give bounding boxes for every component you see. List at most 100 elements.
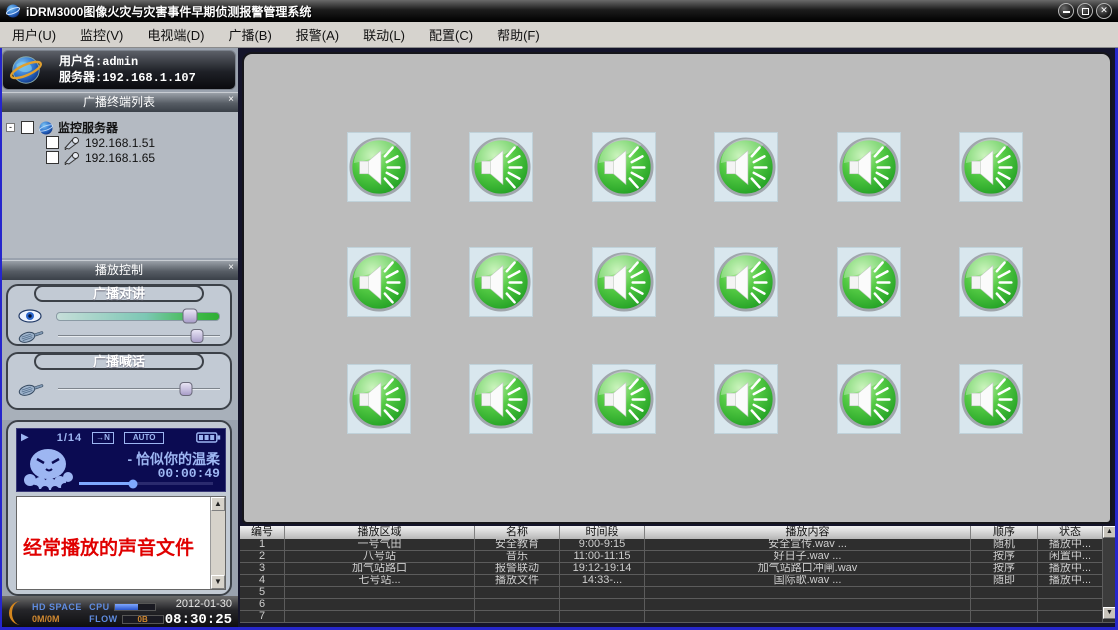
speaker-terminal-button[interactable] [959,132,1023,202]
speaker-terminal-button[interactable] [469,364,533,434]
progress-fill [79,482,133,485]
intercom-mic-slider[interactable] [58,335,220,337]
tree-item-terminal[interactable]: 192.168.1.65 [46,150,238,165]
menu-item-0[interactable]: 用户(U) [0,25,68,44]
table-cell [475,611,560,622]
app-window: iDRM3000图像火灾与灾害事件早期侦测报警管理系统 ✕ 用户(U)监控(V)… [0,0,1118,630]
speaker-terminal-button[interactable] [959,247,1023,317]
speaker-terminal-button[interactable] [714,132,778,202]
table-cell: 6 [240,599,285,610]
speaker-terminal-button[interactable] [959,364,1023,434]
restore-icon [1082,8,1089,15]
shout-button[interactable]: 广播喊话 [34,353,204,370]
table-row[interactable]: 6 [240,599,1116,611]
intercom-volume-slider[interactable] [56,312,220,321]
table-cell: 加气站路口 [285,563,475,574]
expand-icon[interactable]: - [6,123,15,132]
column-header-6[interactable]: 状态 [1038,526,1103,539]
progress-handle[interactable] [128,479,137,488]
server-text: 服务器:192.168.1.107 [59,70,196,86]
table-cell: 9:00-9:15 [560,539,645,550]
table-row[interactable]: 1一号气田安全教育9:00-9:15安全宣传.wav ...随机播放中... [240,539,1116,551]
speaker-terminal-button[interactable] [714,247,778,317]
panel-close-icon[interactable]: × [228,261,234,275]
speaker-terminal-button[interactable] [714,364,778,434]
globe-logo-icon [7,53,45,87]
speaker-icon [470,251,532,313]
slider-thumb[interactable] [182,309,197,324]
checkbox[interactable] [21,121,34,134]
slider-thumb[interactable] [179,382,192,396]
table-cell [560,611,645,622]
menu-item-6[interactable]: 配置(C) [417,25,485,44]
menu-item-2[interactable]: 电视端(D) [135,25,216,44]
speaker-icon [348,136,410,198]
scroll-down-button[interactable]: ▼ [211,575,225,589]
speaker-terminal-button[interactable] [469,132,533,202]
speaker-icon [960,136,1022,198]
slider-thumb[interactable] [191,329,204,343]
intercom-button[interactable]: 广播对讲 [34,285,204,302]
scroll-track[interactable] [211,511,225,575]
close-button[interactable]: ✕ [1096,3,1112,19]
speaker-terminal-button[interactable] [592,364,656,434]
column-header-1[interactable]: 播放区域 [285,526,475,539]
column-header-5[interactable]: 顺序 [971,526,1038,539]
table-cell: 随即 [971,575,1038,586]
playback-control-header: 播放控制 × [0,260,238,280]
menu-item-3[interactable]: 广播(B) [216,25,283,44]
player-panel: ▶ 1/14 →N AUTO [6,420,232,596]
flow-label: FLOW [89,614,118,624]
octopus-mascot-icon [21,447,75,491]
table-row[interactable]: 2八号站音乐11:00-11:15好日子.wav ...按序闲置中... [240,551,1116,563]
speaker-icon [470,368,532,430]
menu-item-7[interactable]: 帮助(F) [485,25,552,44]
sound-file-list[interactable]: 经常播放的声音文件 ▲ ▼ [16,496,226,590]
table-cell [645,611,971,622]
speaker-terminal-button[interactable] [837,247,901,317]
table-cell: 5 [240,587,285,598]
table-cell [475,587,560,598]
tree-item-server[interactable]: - 监控服务器 [6,120,238,135]
speaker-terminal-button[interactable] [592,247,656,317]
column-header-2[interactable]: 名称 [475,526,560,539]
speaker-terminal-button[interactable] [347,247,411,317]
speaker-terminal-button[interactable] [837,132,901,202]
column-header-4[interactable]: 播放内容 [645,526,971,539]
shout-volume-slider[interactable] [58,388,220,390]
checkbox[interactable] [46,151,59,164]
minimize-button[interactable] [1058,3,1074,19]
column-header-0[interactable]: 编号 [240,526,285,539]
progress-bar[interactable] [79,482,213,485]
table-cell [1038,599,1103,610]
menu-item-1[interactable]: 监控(V) [68,25,135,44]
speaker-icon [838,136,900,198]
menu-item-4[interactable]: 报警(A) [284,25,351,44]
panel-close-icon[interactable]: × [228,93,234,107]
table-cell: 14:33-... [560,575,645,586]
menu-item-5[interactable]: 联动(L) [351,25,417,44]
column-header-3[interactable]: 时间段 [560,526,645,539]
microphone-icon [18,329,44,344]
table-cell: 3 [240,563,285,574]
table-cell: 一号气田 [285,539,475,550]
restore-button[interactable] [1077,3,1093,19]
speaker-terminal-button[interactable] [347,364,411,434]
scroll-up-button[interactable]: ▲ [211,497,225,511]
speaker-terminal-button[interactable] [837,364,901,434]
table-cell: 11:00-11:15 [560,551,645,562]
table-row[interactable]: 5 [240,587,1116,599]
table-cell [560,599,645,610]
table-row[interactable]: 3加气站路口报警联动19:12-19:14加气站路口冲闸.wav按序播放中... [240,563,1116,575]
speaker-terminal-button[interactable] [592,132,656,202]
table-row[interactable]: 7 [240,611,1116,623]
list-scrollbar[interactable]: ▲ ▼ [210,497,225,589]
speaker-terminal-button[interactable] [469,247,533,317]
speaker-terminal-button[interactable] [347,132,411,202]
menu-bar: 用户(U)监控(V)电视端(D)广播(B)报警(A)联动(L)配置(C)帮助(F… [0,22,1118,48]
player-lcd: ▶ 1/14 →N AUTO [16,428,226,492]
checkbox[interactable] [46,136,59,149]
microphone-icon [18,382,44,397]
tree-item-terminal[interactable]: 192.168.1.51 [46,135,238,150]
table-row[interactable]: 4七号站...播放文件14:33-...国际歌.wav ...随即播放中... [240,575,1116,587]
